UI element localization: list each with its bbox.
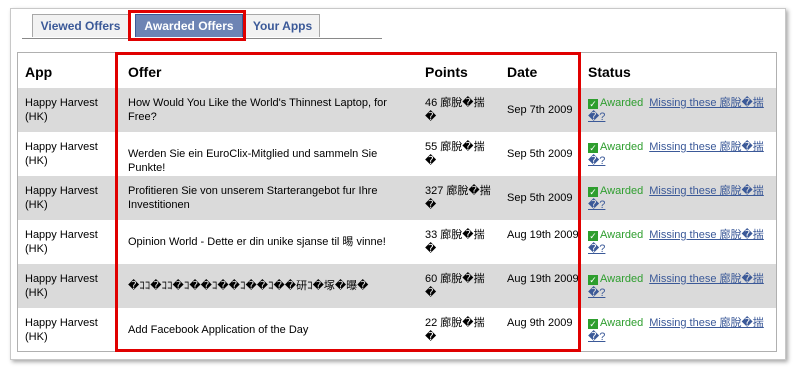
- tab-viewed-offers[interactable]: Viewed Offers: [32, 14, 129, 37]
- status-cell: ✓ Awarded Missing these 廊脫�揣�?: [588, 228, 773, 256]
- status-awarded: Awarded: [600, 229, 644, 241]
- status-awarded: Awarded: [600, 273, 644, 285]
- tab-your-apps[interactable]: Your Apps: [245, 14, 320, 37]
- awarded-tab-highlight-box: [128, 10, 246, 41]
- checkmark-icon: ✓: [588, 231, 598, 241]
- status-cell: ✓ Awarded Missing these 廊脫�揣�?: [588, 272, 773, 300]
- app-name: Happy Harvest (HK): [25, 141, 98, 167]
- header-status: Status: [588, 64, 631, 80]
- status-awarded: Awarded: [600, 185, 644, 197]
- app-name: Happy Harvest (HK): [25, 97, 98, 123]
- header-app: App: [25, 64, 53, 80]
- status-cell: ✓ Awarded Missing these 廊脫�揣�?: [588, 316, 773, 344]
- status-cell: ✓ Awarded Missing these 廊脫�揣�?: [588, 96, 773, 124]
- status-awarded: Awarded: [600, 317, 644, 329]
- app-name: Happy Harvest (HK): [25, 185, 98, 211]
- status-awarded: Awarded: [600, 141, 644, 153]
- checkmark-icon: ✓: [588, 143, 598, 153]
- checkmark-icon: ✓: [588, 319, 598, 329]
- checkmark-icon: ✓: [588, 99, 598, 109]
- checkmark-icon: ✓: [588, 275, 598, 285]
- app-name: Happy Harvest (HK): [25, 317, 98, 343]
- status-cell: ✓ Awarded Missing these 廊脫�揣�?: [588, 184, 773, 212]
- app-name: Happy Harvest (HK): [25, 229, 98, 255]
- offer-columns-highlight-box: [115, 52, 581, 352]
- app-name: Happy Harvest (HK): [25, 273, 98, 299]
- status-cell: ✓ Awarded Missing these 廊脫�揣�?: [588, 140, 773, 168]
- checkmark-icon: ✓: [588, 187, 598, 197]
- status-awarded: Awarded: [600, 97, 644, 109]
